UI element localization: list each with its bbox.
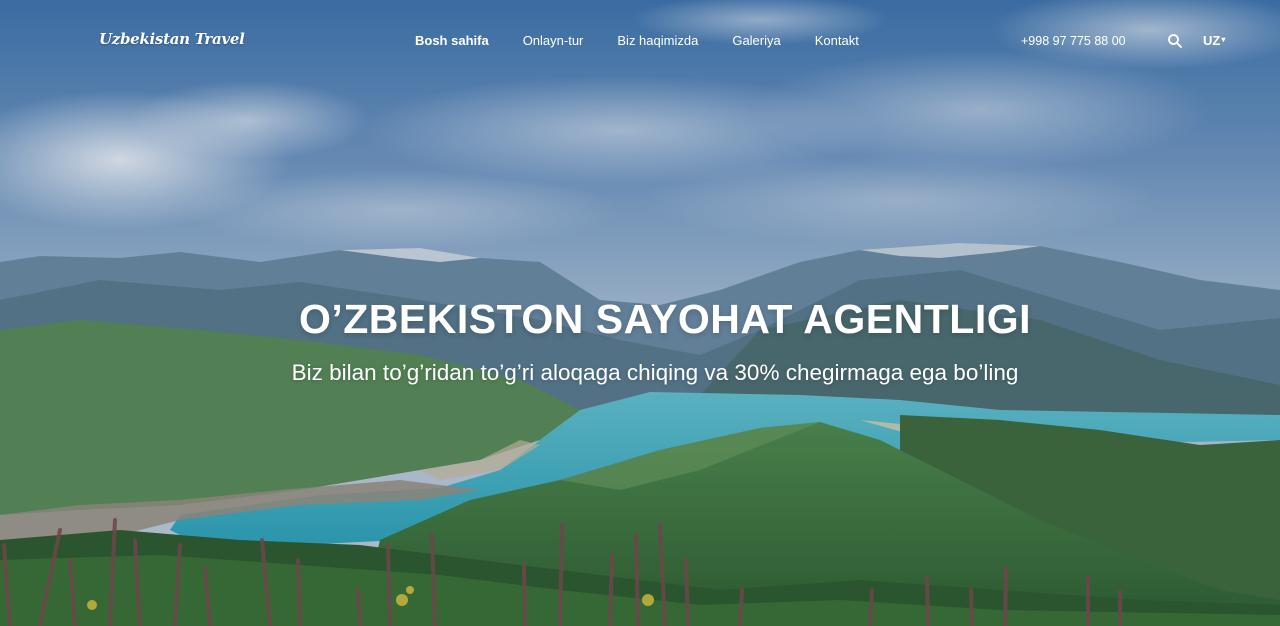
- brand-logo[interactable]: Uzbekistan Travel: [99, 30, 245, 48]
- language-label: UZ: [1203, 33, 1221, 48]
- search-icon[interactable]: [1167, 33, 1183, 49]
- nav-item-kontakt[interactable]: Kontakt: [815, 33, 859, 48]
- nav-item-bosh-sahifa[interactable]: Bosh sahifa: [415, 33, 489, 48]
- nav-item-onlayn-tur[interactable]: Onlayn-tur: [523, 33, 584, 48]
- hero-subtitle: Biz bilan to’g’ridan to’g’ri aloqaga chi…: [291, 360, 1019, 385]
- chevron-down-icon: ▾: [1221, 35, 1226, 44]
- nav-item-biz-haqimizda[interactable]: Biz haqimizda: [617, 33, 698, 48]
- language-selector[interactable]: UZ▾: [1203, 33, 1225, 48]
- nav-item-galeriya[interactable]: Galeriya: [732, 33, 780, 48]
- hero-title: O’ZBEKISTON SAYOHAT AGENTLIGI: [298, 296, 1032, 342]
- main-menu: Bosh sahifa Onlayn-tur Biz haqimizda Gal…: [415, 33, 859, 48]
- top-navigation: Uzbekistan Travel Bosh sahifa Onlayn-tur…: [0, 0, 1280, 82]
- phone-number[interactable]: +998 97 775 88 00: [1021, 34, 1126, 48]
